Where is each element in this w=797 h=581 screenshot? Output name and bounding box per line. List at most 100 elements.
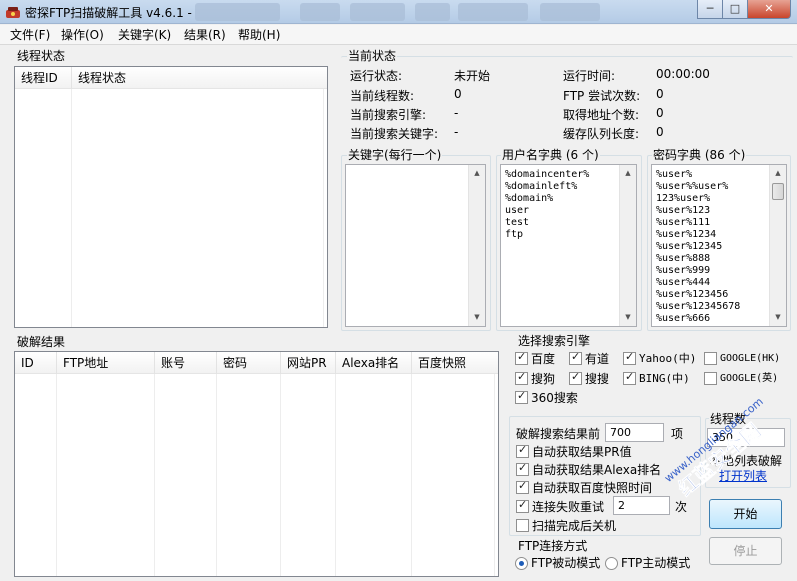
scroll-up-icon[interactable]: ▲ <box>770 165 786 182</box>
grid-line <box>15 89 72 327</box>
title-blur <box>458 3 528 21</box>
thread-list[interactable]: 线程ID 线程状态 <box>14 66 328 328</box>
status-label-queue: 缓存队列长度: <box>563 127 640 141</box>
menu-help[interactable]: 帮助(H) <box>238 27 280 43</box>
status-label-ftp-attempts: FTP 尝试次数: <box>563 89 641 103</box>
grid-line <box>336 374 412 576</box>
keywords-group-title: 关键字(每行一个) <box>347 148 443 162</box>
engine-google-hk-checkbox[interactable] <box>704 352 717 365</box>
ftp-passive-label: FTP被动模式 <box>531 556 601 570</box>
col-baidu-snapshot[interactable]: 百度快照 <box>412 352 498 374</box>
engine-baidu-checkbox[interactable] <box>515 350 528 365</box>
password-item: 123%user% <box>656 193 711 204</box>
engine-bing-checkbox[interactable] <box>623 370 636 385</box>
shutdown-checkbox[interactable] <box>516 519 529 532</box>
menu-operation[interactable]: 操作(O) <box>61 27 104 43</box>
grid-line <box>412 374 495 576</box>
password-item: %user%999 <box>656 265 711 276</box>
username-item: %domain% <box>505 193 554 204</box>
auto-alexa-checkbox[interactable] <box>516 461 529 476</box>
username-dict-textarea[interactable]: %domaincenter% %domainleft% %domain% use… <box>500 164 637 327</box>
scroll-down-icon[interactable]: ▼ <box>620 309 636 326</box>
status-value-run: 未开始 <box>454 69 491 83</box>
status-group-title: 当前状态 <box>347 49 398 63</box>
results-group-title: 破解结果 <box>16 335 67 349</box>
engine-baidu-label: 百度 <box>531 352 556 366</box>
retry-count-input[interactable]: 2 <box>613 496 670 515</box>
engine-sogou-checkbox[interactable] <box>515 370 528 385</box>
username-item: test <box>505 217 530 228</box>
ftp-active-label: FTP主动模式 <box>621 556 691 570</box>
scroll-down-icon[interactable]: ▼ <box>469 309 485 326</box>
menu-keyword[interactable]: 关键字(K) <box>118 27 171 43</box>
menu-bar: 文件(F) 操作(O) 关键字(K) 结果(R) 帮助(H) <box>0 25 797 45</box>
ftp-active-radio[interactable] <box>605 557 618 570</box>
engine-google-en-checkbox[interactable] <box>704 372 717 385</box>
grid-line <box>217 374 281 576</box>
status-label-keyword: 当前搜索关键字: <box>350 127 439 141</box>
status-label-run: 运行状态: <box>350 69 403 83</box>
minimize-button[interactable]: ─ <box>697 0 723 19</box>
retry-checkbox[interactable] <box>516 498 529 513</box>
keywords-scrollbar[interactable]: ▲ ▼ <box>468 165 485 326</box>
username-item: ftp <box>505 229 524 240</box>
scroll-thumb[interactable] <box>772 183 784 200</box>
grid-line <box>281 374 336 576</box>
status-value-ftp-attempts: 0 <box>656 87 664 101</box>
col-alexa[interactable]: Alexa排名 <box>336 352 412 374</box>
engine-google-hk-label: GOOGLE(HK) <box>720 353 781 364</box>
results-list-header: ID FTP地址 账号 密码 网站PR Alexa排名 百度快照 <box>15 352 498 374</box>
col-id[interactable]: ID <box>15 352 57 374</box>
scroll-down-icon[interactable]: ▼ <box>770 309 786 326</box>
password-item: %user%123 <box>656 205 711 216</box>
engine-bing-label: BING(中) <box>639 372 690 385</box>
title-blur <box>300 3 340 21</box>
title-blur <box>350 3 405 21</box>
username-scrollbar[interactable]: ▲ ▼ <box>619 165 636 326</box>
title-blur <box>415 3 450 21</box>
retry-label: 连接失败重试 <box>532 500 605 514</box>
menu-file[interactable]: 文件(F) <box>10 27 50 43</box>
auto-alexa-label: 自动获取结果Alexa排名 <box>532 463 662 477</box>
scroll-up-icon[interactable]: ▲ <box>620 165 636 182</box>
col-pr[interactable]: 网站PR <box>281 352 336 374</box>
auto-pr-checkbox[interactable] <box>516 443 529 458</box>
engine-youdao-checkbox[interactable] <box>569 350 582 365</box>
stop-button[interactable]: 停止 <box>709 537 782 565</box>
col-password[interactable]: 密码 <box>217 352 281 374</box>
status-value-addresses: 0 <box>656 106 664 120</box>
scroll-up-icon[interactable]: ▲ <box>469 165 485 182</box>
close-button[interactable]: ✕ <box>747 0 791 19</box>
thread-list-header: 线程ID 线程状态 <box>15 67 327 89</box>
grid-line <box>155 374 217 576</box>
status-label-addresses: 取得地址个数: <box>563 108 640 122</box>
engine-sogou-label: 搜狗 <box>531 372 556 386</box>
username-item: user <box>505 205 530 216</box>
maximize-button[interactable]: □ <box>722 0 748 19</box>
results-list[interactable]: ID FTP地址 账号 密码 网站PR Alexa排名 百度快照 <box>14 351 499 577</box>
password-item: %user%123456 <box>656 289 729 300</box>
username-item: %domainleft% <box>505 181 578 192</box>
password-item: %user%1234 <box>656 229 717 240</box>
engine-youdao-label: 有道 <box>585 352 610 366</box>
col-thread-status[interactable]: 线程状态 <box>72 67 327 89</box>
engine-360-checkbox[interactable] <box>515 389 528 404</box>
ftp-passive-radio[interactable] <box>515 557 528 570</box>
col-thread-id[interactable]: 线程ID <box>15 67 72 89</box>
password-dict-title: 密码字典 (86 个) <box>652 148 747 162</box>
engine-soso-checkbox[interactable] <box>569 370 582 385</box>
password-item: %user%888 <box>656 253 711 264</box>
password-dict-textarea[interactable]: %user% %user%%user% 123%user% %user%123 … <box>651 164 787 327</box>
shutdown-label: 扫描完成后关机 <box>532 519 617 533</box>
col-ftp-address[interactable]: FTP地址 <box>57 352 155 374</box>
keywords-textarea[interactable]: ▲ ▼ <box>345 164 486 327</box>
auto-baidu-checkbox[interactable] <box>516 479 529 494</box>
col-account[interactable]: 账号 <box>155 352 217 374</box>
menu-result[interactable]: 结果(R) <box>184 27 226 43</box>
engine-yahoo-checkbox[interactable] <box>623 350 636 365</box>
password-scrollbar[interactable]: ▲ ▼ <box>769 165 786 326</box>
result-count-suffix: 项 <box>671 427 684 441</box>
start-button[interactable]: 开始 <box>709 499 782 529</box>
result-count-input[interactable]: 700 <box>605 423 664 442</box>
username-item: %domaincenter% <box>505 169 590 180</box>
